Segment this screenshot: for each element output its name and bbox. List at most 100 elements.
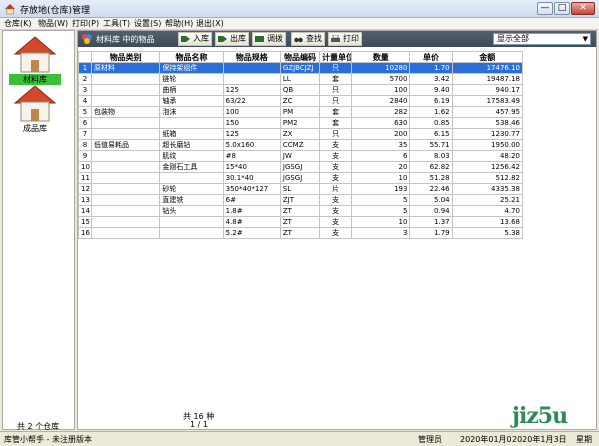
table-cell: 1.8#	[222, 205, 281, 217]
column-header[interactable]: 金额	[451, 51, 524, 63]
row-index: 3	[77, 84, 93, 96]
table-cell: 17476.10	[451, 62, 524, 74]
table-cell: 支	[319, 161, 353, 173]
table-cell: 1.37	[409, 216, 453, 228]
column-header[interactable]: 物品规格	[222, 51, 281, 63]
table-cell: 3.42	[409, 73, 453, 85]
table-cell	[222, 62, 281, 74]
table-cell: 9.40	[409, 84, 453, 96]
table-row[interactable]: 3 曲柄 125 QB 只 100 9.40 940.17	[77, 84, 524, 96]
column-header[interactable]: 物品编码	[279, 51, 321, 63]
table-cell: 支	[319, 216, 353, 228]
table-cell: ZT	[279, 205, 321, 217]
table-cell: 保持架组件	[159, 62, 224, 74]
row-index: 11	[77, 172, 93, 184]
table-row[interactable]: 2 链轮 LL 套 5700 3.42 19487.18	[77, 73, 524, 85]
table-cell: 125	[222, 128, 281, 140]
row-index: 13	[77, 194, 93, 206]
table-row[interactable]: 1 原材料 保持架组件 GZJBCJZJ 只 10280 1.70 17476.10	[77, 62, 524, 74]
menu-settings[interactable]: 设置(S)	[134, 18, 161, 30]
stock-in-button[interactable]: 入库	[178, 32, 212, 46]
table-cell: PM2	[279, 117, 321, 129]
items-panel: 材料库 中的物品 入库 出库 调拨 查找 打印 显示全部 ▼ 物品类别 物品名称…	[77, 30, 597, 430]
filter-value: 显示全部	[497, 34, 529, 43]
table-row[interactable]: 9 肌纹 #8 JW 支 6 8.03 48.20	[77, 150, 524, 162]
table-cell: 5.0x160	[222, 139, 281, 151]
menu-warehouse[interactable]: 仓库(K)	[4, 18, 32, 30]
table-cell: 5.38	[451, 227, 524, 239]
table-cell: 6	[351, 150, 411, 162]
table-row[interactable]: 13 直建铁 6# ZJT 支 5 5.04 25.21	[77, 194, 524, 206]
table-cell: 金刚石工具	[159, 161, 224, 173]
toolbar-title: 材料库 中的物品	[96, 35, 155, 44]
watermark-logo: jiz5u	[512, 403, 568, 429]
table-cell: #8	[222, 150, 281, 162]
status-role: 管理员	[418, 435, 442, 444]
menu-print[interactable]: 打印(P)	[72, 18, 99, 30]
table-cell: JGSGJ	[279, 161, 321, 173]
row-index: 6	[77, 117, 93, 129]
table-row[interactable]: 5 包装物 泡沫 100 PM 套 282 1.62 457.95	[77, 106, 524, 118]
row-index: 2	[77, 73, 93, 85]
table-cell: SL	[279, 183, 321, 195]
table-cell: 泡沫	[159, 106, 224, 118]
table-cell: 只	[319, 95, 353, 107]
menu-items[interactable]: 物品(W)	[38, 18, 68, 30]
table-cell: 低值易耗品	[91, 139, 161, 151]
maximize-button[interactable]: □	[554, 2, 570, 15]
table-cell: ZC	[279, 95, 321, 107]
stock-out-icon	[218, 36, 227, 42]
transfer-icon	[255, 36, 264, 42]
store-products[interactable]: 成品库	[9, 83, 61, 135]
table-cell: 17583.49	[451, 95, 524, 107]
minimize-button[interactable]: —	[537, 2, 553, 15]
print-label: 打印	[343, 34, 359, 43]
binoculars-icon	[294, 37, 303, 43]
table-cell: 630	[351, 117, 411, 129]
menu-tools[interactable]: 工具(T)	[103, 18, 130, 30]
table-row[interactable]: 15 4.8# ZT 支 10 1.37 13.68	[77, 216, 524, 228]
table-cell	[91, 150, 161, 162]
table-cell: 350*40*127	[222, 183, 281, 195]
table-cell	[91, 128, 161, 140]
stock-out-button[interactable]: 出库	[215, 32, 249, 46]
filter-select[interactable]: 显示全部 ▼	[493, 33, 591, 45]
menu-exit[interactable]: 退出(X)	[196, 18, 224, 30]
table-cell: 4335.38	[451, 183, 524, 195]
close-button[interactable]: ✕	[571, 2, 595, 15]
page-indicator: 1 / 1	[190, 420, 208, 429]
store-label: 成品库	[23, 124, 47, 133]
table-row[interactable]: 6 150 PM2 套 630 0.85 538.46	[77, 117, 524, 129]
table-cell: JW	[279, 150, 321, 162]
table-cell: 3	[351, 227, 411, 239]
transfer-button[interactable]: 调拨	[252, 32, 286, 46]
table-row[interactable]: 14 钻头 1.8# ZT 支 5 0.94 4.70	[77, 205, 524, 217]
table-cell: 套	[319, 117, 353, 129]
table-row[interactable]: 11 30.1*40 JGSGJ 支 10 51.28 512.82	[77, 172, 524, 184]
table-cell	[91, 227, 161, 239]
column-header[interactable]: 单价	[409, 51, 453, 63]
items-table: 物品类别 物品名称 物品规格 物品编码 计量单位 数量 单价 金额 1 原材料 保持…	[77, 51, 524, 239]
table-row[interactable]: 4 轴承 63/22 ZC 只 2840 6.19 17583.49	[77, 95, 524, 107]
table-cell: 只	[319, 84, 353, 96]
column-header[interactable]	[77, 51, 93, 63]
table-cell: 肌纹	[159, 150, 224, 162]
table-row[interactable]: 8 低值易耗品 超长磨钻 5.0x160 CCMZ 支 35 55.71 1950.00	[77, 139, 524, 151]
column-header[interactable]: 数量	[351, 51, 411, 63]
column-header[interactable]: 物品名称	[159, 51, 224, 63]
column-header[interactable]: 计量单位	[319, 51, 353, 63]
print-button[interactable]: 打印	[328, 32, 362, 46]
menu-help[interactable]: 帮助(H)	[165, 18, 193, 30]
table-row[interactable]: 10 金刚石工具 15*40 JGSGJ 支 20 62.82 1256.42	[77, 161, 524, 173]
table-row[interactable]: 7 纸箱 125 ZX 只 200 6.15 1230.77	[77, 128, 524, 140]
warehouse-icon	[13, 85, 57, 122]
table-cell: 8.03	[409, 150, 453, 162]
find-button[interactable]: 查找	[291, 32, 325, 46]
table-cell: 原材料	[91, 62, 161, 74]
table-cell: 940.17	[451, 84, 524, 96]
store-materials[interactable]: 材料库	[9, 34, 61, 86]
table-row[interactable]: 12 砂轮 350*40*127 SL 片 193 22.46 4335.38	[77, 183, 524, 195]
column-header[interactable]: 物品类别	[91, 51, 161, 63]
table-row[interactable]: 16 5.2# ZT 支 3 1.79 5.38	[77, 227, 524, 239]
table-cell	[91, 84, 161, 96]
